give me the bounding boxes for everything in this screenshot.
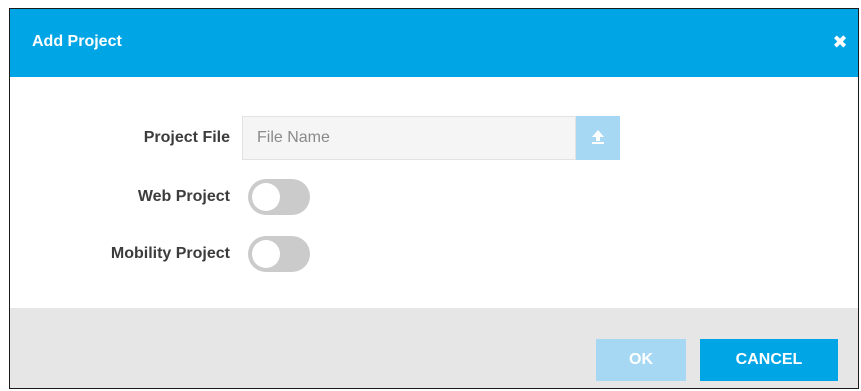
add-project-dialog: Add Project ✖ Project File Web Project M… <box>9 8 859 389</box>
upload-button[interactable] <box>576 116 620 160</box>
upload-icon <box>592 130 604 144</box>
dialog-header: Add Project ✖ <box>10 9 858 77</box>
web-project-toggle[interactable] <box>248 179 310 215</box>
close-icon: ✖ <box>832 32 848 52</box>
dialog-footer: OK CANCEL <box>10 308 858 388</box>
toggle-knob <box>252 183 280 211</box>
mobility-project-toggle[interactable] <box>248 236 310 272</box>
web-project-label: Web Project <box>137 188 230 205</box>
project-file-label: Project File <box>143 129 230 146</box>
file-name-input[interactable] <box>242 116 576 160</box>
close-button[interactable]: ✖ <box>830 31 850 53</box>
dialog-title: Add Project <box>32 33 122 50</box>
toggle-knob <box>252 240 280 268</box>
cancel-button[interactable]: CANCEL <box>700 339 838 381</box>
ok-button[interactable]: OK <box>596 339 686 381</box>
mobility-project-label: Mobility Project <box>110 245 230 262</box>
